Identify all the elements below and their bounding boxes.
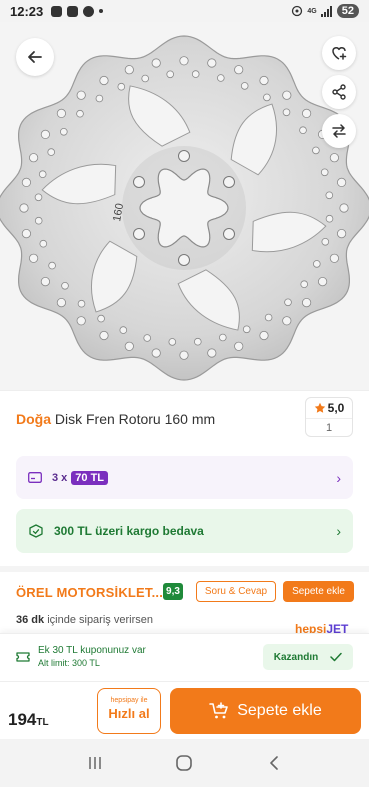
delivery-info: 36 dk içinde sipariş verirsen xyxy=(16,614,153,626)
back-button[interactable] xyxy=(16,38,54,76)
hotspot-icon xyxy=(292,5,303,17)
free-shipping-row[interactable]: 300 TL üzeri kargo bedava › xyxy=(16,509,353,553)
seller-add-to-cart-button[interactable]: Sepete ekle xyxy=(283,581,354,602)
product-title-row: Doğa Disk Fren Rotoru 160 mm 5,0 1 xyxy=(0,390,369,445)
brand-link[interactable]: Doğa xyxy=(16,411,51,427)
coupon-won-button[interactable]: Kazandın xyxy=(263,644,353,670)
android-navigation-bar xyxy=(0,739,369,787)
coupon-bar: Ek 30 TL kuponunuz var Alt limit: 300 TL… xyxy=(0,633,369,681)
message-icon xyxy=(67,5,79,17)
chevron-right-icon: › xyxy=(336,523,341,539)
installment-prefix: 3 x xyxy=(52,471,68,484)
installment-row[interactable]: 3 x 70 TL › xyxy=(16,456,353,499)
recent-apps-button[interactable] xyxy=(80,748,110,778)
heart-plus-icon xyxy=(332,47,347,60)
coupon-title: Ek 30 TL kuponunuz var xyxy=(38,645,146,656)
more-notifications-icon xyxy=(99,9,104,13)
price: 194TL xyxy=(8,710,49,730)
whatsapp-icon xyxy=(83,5,95,17)
quick-buy-label: Hızlı al xyxy=(108,706,150,721)
price-value: 194 xyxy=(8,710,37,729)
gallery-icon xyxy=(51,5,63,17)
add-to-cart-button[interactable]: Sepete ekle xyxy=(170,688,361,734)
quick-buy-subtitle: hepsipay ile xyxy=(110,697,148,704)
status-time: 12:23 xyxy=(10,3,44,19)
seller-row: ÖREL MOTORSİKLET... 9,3 Soru & Cevap Sep… xyxy=(0,575,369,611)
compare-button[interactable] xyxy=(322,114,356,148)
signal-icon xyxy=(320,5,332,17)
product-image-gallery[interactable]: 160 xyxy=(0,22,369,390)
arrow-left-icon xyxy=(28,51,42,63)
home-icon xyxy=(176,755,193,771)
section-divider xyxy=(0,566,369,572)
coupon-won-label: Kazandın xyxy=(273,651,319,663)
product-name: Disk Fren Rotoru 160 mm xyxy=(54,411,216,427)
seller-score-badge: 9,3 xyxy=(163,583,183,600)
network-type: 4G xyxy=(307,7,317,15)
status-bar: 12:23 4G 52 xyxy=(0,0,369,22)
questions-answers-button[interactable]: Soru & Cevap xyxy=(196,581,276,602)
rating-box[interactable]: 5,0 1 xyxy=(305,397,353,437)
installment-text: 3 x 70 TL xyxy=(52,470,109,485)
checkmark-icon xyxy=(330,652,342,662)
share-icon xyxy=(332,84,346,100)
rating-divider xyxy=(306,418,352,419)
notification-icons xyxy=(51,5,104,17)
share-button[interactable] xyxy=(322,75,356,109)
seller-name[interactable]: ÖREL MOTORSİKLET... xyxy=(16,585,163,600)
rating-value: 5,0 xyxy=(327,401,345,415)
product-title: Doğa Disk Fren Rotoru 160 mm xyxy=(16,411,215,427)
add-to-cart-label: Sepete ekle xyxy=(237,702,322,719)
free-shipping-text: 300 TL üzeri kargo bedava xyxy=(54,524,204,538)
add-to-favorites-button[interactable] xyxy=(322,36,356,70)
brake-rotor-image: 160 xyxy=(0,35,369,381)
rating-count: 1 xyxy=(325,422,333,434)
status-right: 4G 52 xyxy=(291,4,359,18)
product-page: 12:23 4G 52 160 Doğa Disk Fren Rotoru 16… xyxy=(0,0,369,787)
delivery-text: içinde sipariş verirsen xyxy=(47,614,153,626)
bottom-purchase-bar: 194TL hepsipay ile Hızlı al Sepete ekle xyxy=(0,681,369,739)
home-button[interactable] xyxy=(169,748,199,778)
star-icon xyxy=(314,402,325,413)
swap-arrows-icon xyxy=(332,124,346,138)
shipping-box-icon xyxy=(29,524,43,538)
price-currency: TL xyxy=(36,717,49,728)
coupon-ticket-icon xyxy=(16,652,30,662)
cart-plus-icon xyxy=(209,702,229,719)
back-nav-button[interactable] xyxy=(259,748,289,778)
coupon-limit: Alt limit: 300 TL xyxy=(38,658,100,668)
chevron-left-icon xyxy=(270,756,278,770)
battery-indicator: 52 xyxy=(336,4,359,18)
installment-amount: 70 TL xyxy=(71,470,109,485)
delivery-time: 36 dk xyxy=(16,614,45,626)
quick-buy-button[interactable]: hepsipay ile Hızlı al xyxy=(97,688,161,734)
recent-apps-icon xyxy=(89,757,101,769)
credit-card-icon xyxy=(28,472,42,483)
chevron-right-icon: › xyxy=(336,469,341,486)
